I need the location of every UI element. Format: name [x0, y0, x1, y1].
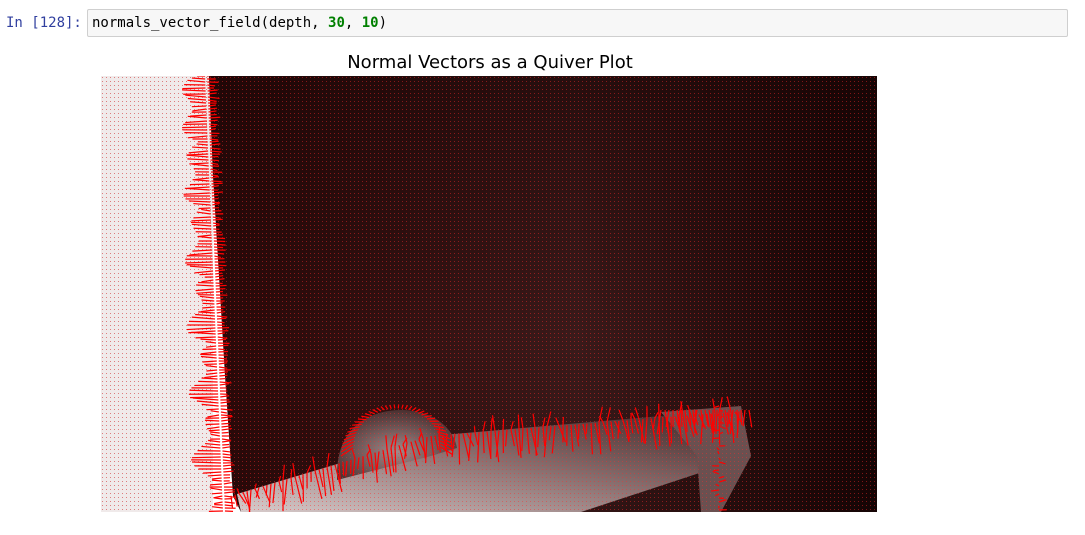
quiver-arrow: [221, 422, 230, 425]
quiver-arrow: [222, 456, 231, 459]
quiver-arrow: [219, 374, 228, 377]
quiver-arrow: [661, 417, 664, 433]
quiver-arrow: [222, 450, 231, 453]
quiver-arrow: [209, 140, 219, 143]
quiver-arrow: [182, 87, 206, 90]
quiver-arrow: [740, 409, 743, 425]
quiver-arrow: [736, 409, 739, 433]
quiver-arrow: [214, 264, 227, 267]
quiver-arrow: [393, 404, 396, 409]
code-separator: ,: [311, 15, 329, 31]
quiver-arrow: [222, 446, 231, 449]
quiver-arrow: [212, 218, 223, 221]
quiver-arrow: [204, 419, 220, 422]
quiver-arrow: [214, 497, 223, 500]
quiver-arrow: [213, 240, 226, 243]
quiver-arrow: [200, 353, 217, 356]
quiver-arrow: [577, 424, 580, 440]
quiver-arrow: [211, 194, 219, 197]
code-arg-depth: depth: [269, 15, 312, 31]
quiver-arrow: [202, 302, 215, 305]
quiver-arrow: [218, 348, 226, 351]
quiver-arrow: [713, 469, 720, 472]
code-open-paren: (: [260, 15, 270, 31]
quiver-arrow: [220, 411, 227, 414]
quiver-arrow: [211, 479, 222, 482]
quiver-arrow: [207, 84, 216, 87]
quiver-arrow: [208, 123, 218, 126]
quiver-arrow: [222, 459, 231, 462]
input-prompt: In [128]:: [6, 15, 82, 31]
quiver-arrow: [212, 506, 223, 509]
plot-title: Normal Vectors as a Quiver Plot: [347, 52, 633, 73]
quiver-arrow: [431, 423, 442, 425]
quiver-arrow: [473, 426, 476, 433]
quiver-arrow: [191, 105, 207, 108]
quiver-arrow: [223, 481, 232, 485]
quiver-arrow: [193, 227, 212, 230]
quiver-arrow: [211, 492, 223, 495]
quiver-arrow: [342, 462, 345, 476]
quiver-arrow: [211, 180, 222, 183]
quiver-arrow: [209, 125, 216, 128]
quiver-arrow: [198, 380, 218, 383]
quiver-arrow: [211, 182, 223, 185]
quiver-arrow: [191, 456, 221, 459]
quiver-arrow: [218, 344, 229, 347]
quiver-arrow: [357, 418, 367, 421]
quiver-arrow: [517, 414, 520, 429]
code-arg-number: 30: [328, 15, 345, 31]
quiver-plot-svg: [101, 76, 877, 512]
quiver-arrow: [208, 119, 218, 122]
code-function-name: normals_vector_field: [92, 15, 261, 31]
quiver-plot: [101, 76, 877, 512]
quiver-arrow: [221, 431, 229, 434]
near-wall-dots: [101, 76, 213, 512]
quiver-arrow: [212, 477, 222, 480]
code-input[interactable]: normals_vector_field(depth, 30, 10): [87, 9, 1068, 37]
quiver-arrow: [208, 107, 218, 110]
quiver-arrow: [217, 321, 225, 324]
quiver-arrow: [214, 246, 224, 249]
quiver-arrow: [224, 501, 235, 504]
quiver-arrow: [222, 440, 231, 443]
quiver-arrow: [206, 408, 219, 411]
quiver-arrow: [223, 467, 232, 470]
quiver-arrow: [205, 423, 220, 426]
quiver-arrow: [426, 417, 436, 420]
quiver-arrow: [265, 484, 268, 496]
far-dots: [209, 76, 877, 512]
quiver-arrow: [215, 284, 227, 287]
quiver-arrow: [190, 221, 212, 224]
quiver-arrow: [502, 418, 505, 431]
quiver-arrow: [214, 501, 223, 505]
quiver-arrow: [208, 116, 221, 119]
quiver-arrow: [199, 273, 214, 276]
quiver-arrow: [189, 389, 219, 392]
code-separator: ,: [344, 15, 362, 31]
quiver-arrow: [217, 338, 227, 341]
quiver-arrow: [216, 317, 227, 320]
quiver-arrow: [189, 183, 210, 186]
code-arg-number: 10: [361, 15, 379, 31]
quiver-arrow: [208, 429, 220, 432]
quiver-arrow: [188, 320, 216, 323]
quiver-arrow: [182, 126, 208, 129]
quiver-arrow: [352, 423, 362, 426]
quiver-arrow: [711, 409, 714, 431]
quiver-arrow: [222, 443, 230, 446]
quiver-arrow: [458, 433, 461, 465]
output-area: Normal Vectors as a Quiver Plot: [100, 48, 880, 518]
quiver-arrow: [290, 469, 293, 478]
code-close-paren: ): [378, 15, 388, 31]
quiver-arrow: [220, 414, 233, 417]
quiver-arrow: [210, 159, 219, 162]
notebook-cell: In [128]: normals_vector_field(depth, 30…: [0, 0, 1085, 535]
